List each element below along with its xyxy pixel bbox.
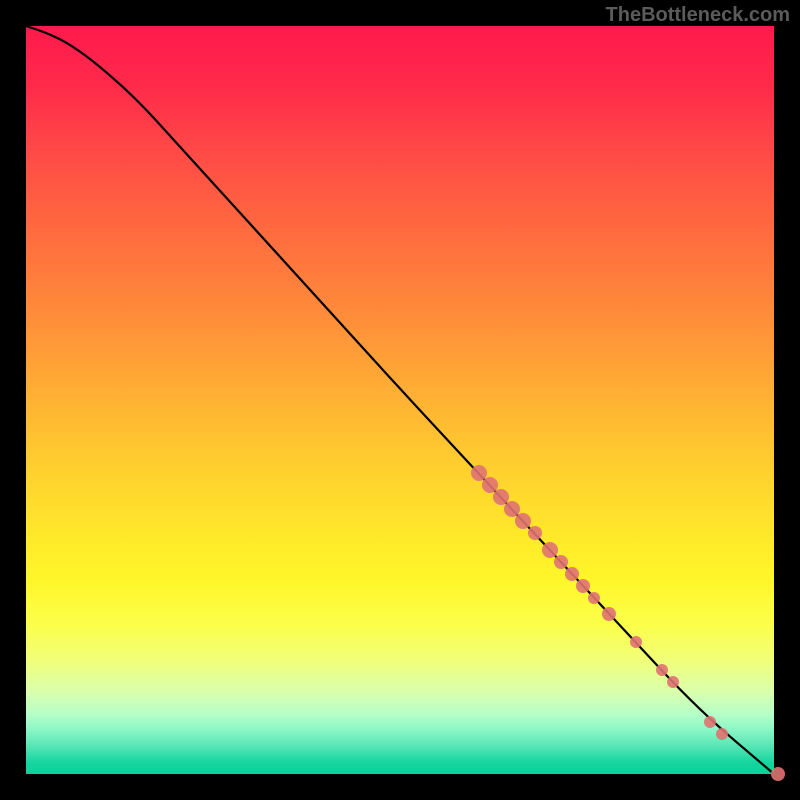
data-marker (515, 513, 531, 529)
data-marker (716, 728, 728, 740)
plot-area (26, 26, 774, 774)
curve-layer (26, 26, 774, 774)
data-marker (704, 716, 716, 728)
data-marker (528, 526, 542, 540)
data-marker (630, 636, 642, 648)
data-marker (667, 676, 679, 688)
main-curve (26, 26, 774, 774)
data-marker (602, 607, 616, 621)
data-marker (588, 592, 600, 604)
chart-stage: TheBottleneck.com (0, 0, 800, 800)
data-marker (554, 555, 568, 569)
data-marker (771, 767, 785, 781)
data-marker (656, 664, 668, 676)
data-marker (576, 579, 590, 593)
attribution-label: TheBottleneck.com (606, 4, 790, 27)
data-marker (542, 542, 558, 558)
data-marker (565, 567, 579, 581)
